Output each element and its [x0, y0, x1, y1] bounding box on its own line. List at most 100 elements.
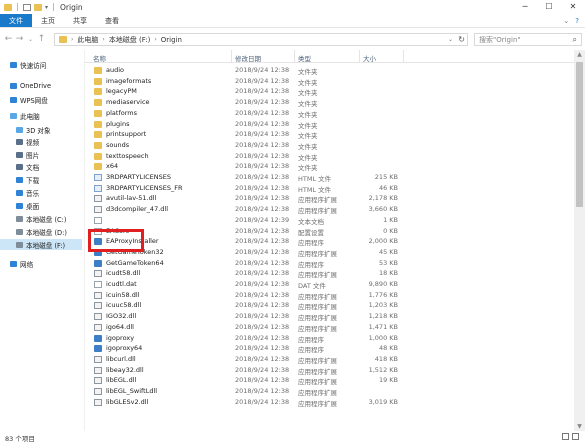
file-row[interactable]: platforms 2018/9/24 12:38 文件夹 — [85, 108, 574, 119]
chevron-right-icon: › — [102, 36, 105, 43]
dll-file-icon — [94, 323, 102, 331]
nav-item-4[interactable]: 3D 对象 — [0, 124, 82, 135]
file-name: imageformats — [106, 76, 152, 85]
file-row[interactable]: libEGL_SwiftLdll 2018/9/24 12:38 应用程序扩展 — [85, 386, 574, 397]
file-row[interactable]: printsupport 2018/9/24 12:38 文件夹 — [85, 129, 574, 140]
file-row[interactable]: sounds 2018/9/24 12:38 文件夹 — [85, 140, 574, 151]
file-name: igoproxy — [106, 333, 135, 342]
file-row[interactable]: texttospeech 2018/9/24 12:38 文件夹 — [85, 151, 574, 162]
divider[interactable] — [359, 50, 360, 63]
tab-file[interactable]: 文件 — [0, 14, 32, 27]
tab-view[interactable]: 查看 — [96, 14, 128, 27]
scroll-down-icon[interactable]: ▼ — [574, 423, 585, 430]
nav-item-14[interactable]: 网络 — [0, 258, 82, 269]
folder-icon — [59, 36, 67, 43]
file-row[interactable]: d3dcompiler_47.dll 2018/9/24 12:38 应用程序扩展 3… — [85, 204, 574, 215]
nav-item-8[interactable]: 下载 — [0, 174, 82, 185]
file-row[interactable]: imageformats 2018/9/24 12:38 文件夹 — [85, 76, 574, 87]
minimize-button[interactable]: ─ — [513, 0, 537, 14]
file-row[interactable]: EAProxyInstaller 2018/9/24 12:38 应用程序 2,000… — [85, 236, 574, 247]
tab-share[interactable]: 共享 — [64, 14, 96, 27]
chevron-down-icon[interactable]: ⌄ — [448, 36, 453, 43]
dll-file-icon — [94, 270, 102, 278]
file-row[interactable]: 3RDPARTYLICENSES 2018/9/24 12:38 HTML 文件 21… — [85, 172, 574, 183]
up-arrow-icon[interactable]: ↑ — [36, 34, 47, 44]
nav-item-label: 桌面 — [26, 202, 40, 211]
nav-item-6[interactable]: 图片 — [0, 149, 82, 160]
file-row[interactable]: mediaservice 2018/9/24 12:38 文件夹 — [85, 97, 574, 108]
nav-item-label: 文档 — [26, 163, 40, 172]
file-row[interactable]: icudt58.dll 2018/9/24 12:38 应用程序扩展 18 KB — [85, 268, 574, 279]
file-row[interactable]: icuuc58.dll 2018/9/24 12:38 应用程序扩展 1,203 KB — [85, 300, 574, 311]
file-row[interactable]: GetGameToken64 2018/9/24 12:38 应用程序 53 KB — [85, 258, 574, 269]
close-button[interactable]: ✕ — [561, 0, 585, 14]
scrollbar-thumb[interactable] — [576, 62, 583, 207]
nav-item-10[interactable]: 桌面 — [0, 200, 82, 211]
vertical-scrollbar[interactable]: ▲ ▼ — [574, 50, 585, 431]
column-type[interactable]: 类型 — [298, 53, 311, 63]
back-arrow-icon[interactable]: ← — [3, 34, 14, 44]
file-row[interactable]: igoproxy 2018/9/24 12:38 应用程序 1,000 KB — [85, 333, 574, 344]
column-name[interactable]: 名称 — [93, 53, 106, 63]
large-icons-view-icon[interactable] — [572, 433, 579, 440]
file-row[interactable]: EACore 2018/9/24 12:38 配置设置 0 KB — [85, 226, 574, 237]
file-row[interactable]: 3RDPARTYLICENSES_FR 2018/9/24 12:38 HTML 文… — [85, 183, 574, 194]
tab-home[interactable]: 主页 — [32, 14, 64, 27]
file-row[interactable]: libEGL.dll 2018/9/24 12:38 应用程序扩展 19 KB — [85, 375, 574, 386]
refresh-icon[interactable]: ↻ — [458, 35, 465, 44]
chevron-down-icon[interactable]: ▾ — [45, 4, 48, 11]
nav-item-3[interactable]: 此电脑 — [0, 110, 82, 121]
file-name: libEGL_SwiftLdll — [106, 387, 158, 395]
breadcrumb-drive-f[interactable]: 本地磁盘 (F:) — [109, 35, 151, 45]
nav-item-11[interactable]: 本地磁盘 (C:) — [0, 213, 82, 224]
file-row[interactable]: icuin58.dll 2018/9/24 12:38 应用程序扩展 1,776 KB — [85, 290, 574, 301]
expand-ribbon-icon[interactable]: ⌄ — [563, 17, 569, 25]
file-row[interactable]: icudtl.dat 2018/9/24 12:38 DAT 文件 9,890 KB — [85, 279, 574, 290]
breadcrumb-origin[interactable]: Origin — [161, 36, 182, 44]
file-row[interactable]: x64 2018/9/24 12:38 文件夹 — [85, 161, 574, 172]
divider[interactable] — [231, 50, 232, 63]
nav-item-5[interactable]: 视频 — [0, 136, 82, 147]
file-row[interactable]: avutil-lav-51.dll 2018/9/24 12:38 应用程序扩展 2,… — [85, 193, 574, 204]
address-row: ← → ⌄ ↑ › 此电脑 › 本地磁盘 (F:) › Origin ⌄ ↻ 搜… — [0, 28, 585, 50]
nav-item-7[interactable]: 文档 — [0, 161, 82, 172]
file-row[interactable]: igoproxy64 2018/9/24 12:38 应用程序 48 KB — [85, 343, 574, 354]
breadcrumb-this-pc[interactable]: 此电脑 — [77, 35, 98, 45]
nav-item-2[interactable]: WPS网盘 — [0, 94, 82, 105]
properties-icon[interactable] — [23, 3, 31, 11]
address-bar[interactable]: › 此电脑 › 本地磁盘 (F:) › Origin ⌄ ↻ — [54, 33, 468, 46]
nav-item-9[interactable]: 音乐 — [0, 187, 82, 198]
search-input[interactable]: 搜索"Origin" ⌕ — [474, 33, 582, 46]
dll-file-icon — [94, 366, 102, 374]
file-row[interactable]: libGLESv2.dll 2018/9/24 12:38 应用程序扩展 3,019 … — [85, 397, 574, 408]
forward-arrow-icon[interactable]: → — [14, 34, 25, 44]
nav-item-13[interactable]: 本地磁盘 (F:) — [0, 239, 82, 250]
file-icon — [94, 216, 102, 224]
file-row[interactable]: libcurl.dll 2018/9/24 12:38 应用程序扩展 418 KB — [85, 354, 574, 365]
nav-item-1[interactable]: OneDrive — [0, 80, 82, 91]
scroll-up-icon[interactable]: ▲ — [574, 51, 585, 58]
file-row[interactable]: 2018/9/24 12:39 文本文档 1 KB — [85, 215, 574, 226]
file-type: 文件夹 — [298, 164, 318, 173]
file-row[interactable]: GetGameToken32 2018/9/24 12:38 应用程序扩展 45 KB — [85, 247, 574, 258]
file-size: 1,000 KB — [368, 333, 398, 342]
divider[interactable] — [403, 50, 404, 63]
file-row[interactable]: plugins 2018/9/24 12:38 文件夹 — [85, 119, 574, 130]
new-folder-icon[interactable] — [34, 3, 42, 11]
recent-locations-icon[interactable]: ⌄ — [25, 36, 36, 43]
picture-icon — [16, 151, 23, 158]
file-date: 2018/9/24 12:38 — [235, 119, 290, 128]
file-row[interactable]: libeay32.dll 2018/9/24 12:38 应用程序扩展 1,512 K… — [85, 365, 574, 376]
column-size[interactable]: 大小 — [363, 53, 376, 63]
details-view-icon[interactable] — [562, 433, 569, 440]
help-icon[interactable]: ? — [575, 17, 579, 25]
nav-item-0[interactable]: 快速访问 — [0, 59, 82, 70]
maximize-button[interactable]: ☐ — [537, 0, 561, 14]
file-row[interactable]: igo64.dll 2018/9/24 12:38 应用程序扩展 1,471 KB — [85, 322, 574, 333]
column-date[interactable]: 修改日期 — [235, 53, 261, 63]
nav-item-12[interactable]: 本地磁盘 (D:) — [0, 226, 82, 237]
file-row[interactable]: audio 2018/9/24 12:38 文件夹 — [85, 65, 574, 76]
file-row[interactable]: IGO32.dll 2018/9/24 12:38 应用程序扩展 1,218 KB — [85, 311, 574, 322]
file-row[interactable]: legacyPM 2018/9/24 12:38 文件夹 — [85, 86, 574, 97]
divider[interactable] — [294, 50, 295, 63]
